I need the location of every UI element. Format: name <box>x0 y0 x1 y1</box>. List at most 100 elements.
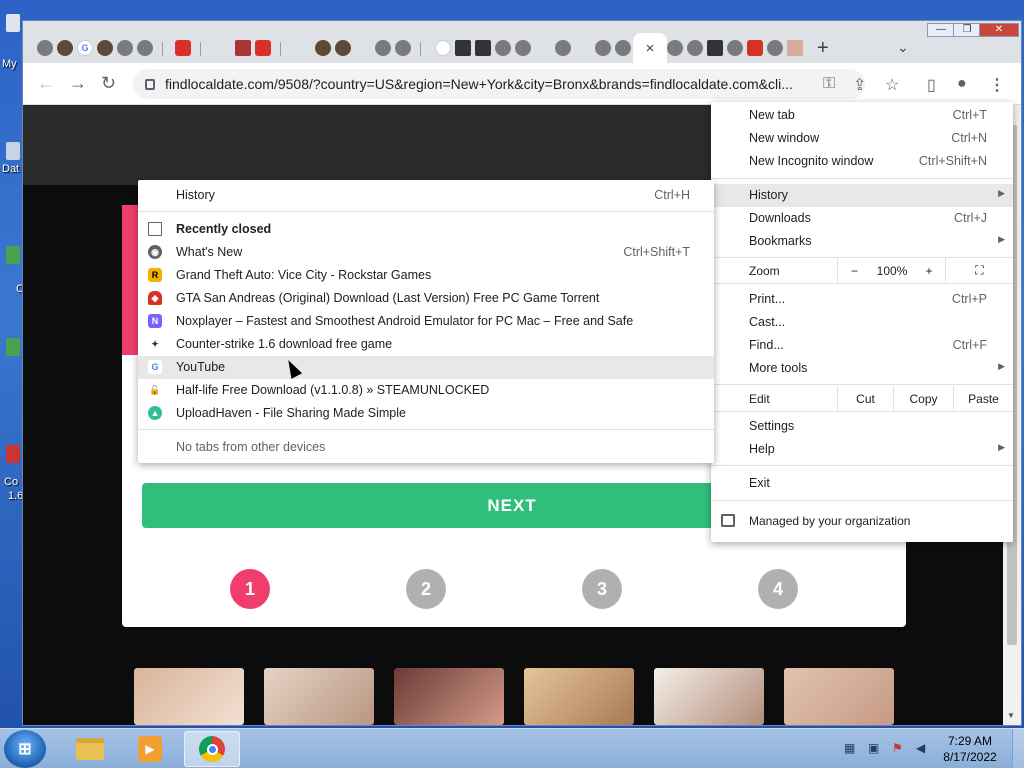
tray-network-icon[interactable]: ▦ <box>844 741 858 755</box>
tab-favicon-globe12-icon[interactable] <box>687 40 703 56</box>
closed-item-whats-new[interactable]: ◉ What's New Ctrl+Shift+T <box>138 241 714 264</box>
bookmark-star-icon[interactable]: ☆ <box>885 75 899 95</box>
menu-history[interactable]: History ▶ <box>711 184 1013 207</box>
tab-favicon-globe7-icon[interactable] <box>515 40 531 56</box>
new-tab-button[interactable]: + <box>817 37 829 60</box>
tab-favicon-shield3-icon[interactable] <box>747 40 763 56</box>
tab-favicon-google-icon[interactable]: G <box>77 40 93 56</box>
share-icon[interactable]: ⇪ <box>853 75 866 95</box>
tray-volume-icon[interactable]: ◀ <box>916 741 930 755</box>
copy-button[interactable]: Copy <box>893 386 953 411</box>
app-icon[interactable] <box>6 246 20 264</box>
address-bar[interactable]: findlocaldate.com/9508/?country=US&regio… <box>133 69 865 99</box>
app2-icon[interactable] <box>6 338 20 356</box>
tab-favicon-globe9-icon[interactable] <box>595 40 611 56</box>
desktop-label-my[interactable]: My <box>2 58 17 70</box>
closed-item-noxplayer[interactable]: N Noxplayer – Fastest and Smoothest Andro… <box>138 310 714 333</box>
profile-avatar-icon[interactable]: ● <box>957 75 967 93</box>
menu-more-tools[interactable]: More tools ▶ <box>711 357 1013 380</box>
forward-button[interactable]: → <box>69 73 87 94</box>
password-key-icon[interactable]: ⚿ <box>823 75 835 93</box>
menu-exit[interactable]: Exit <box>711 472 1013 495</box>
menu-cast[interactable]: Cast... <box>711 311 1013 334</box>
restore-button[interactable]: ❐ <box>953 23 981 37</box>
close-window-button[interactable]: ✕ <box>979 23 1019 37</box>
menu-new-window[interactable]: New window Ctrl+N <box>711 127 1013 150</box>
tray-flag-icon[interactable]: ⚑ <box>892 741 906 755</box>
tab-favicon-globe-icon[interactable] <box>37 40 53 56</box>
tab-favicon-globe5-icon[interactable] <box>395 40 411 56</box>
minimize-button[interactable]: — <box>927 23 955 37</box>
tab-favicon-pulse-icon[interactable] <box>475 40 491 56</box>
profile-photo[interactable] <box>654 668 764 725</box>
closed-item-uploadhaven[interactable]: ▲ UploadHaven - File Sharing Made Simple <box>138 402 714 425</box>
url-text[interactable]: findlocaldate.com/9508/?country=US&regio… <box>165 76 793 92</box>
tab-favicon-shield2-icon[interactable] <box>255 40 271 56</box>
tab-favicon-search-icon[interactable] <box>435 40 451 56</box>
profile-photo[interactable] <box>134 668 244 725</box>
profile-photo[interactable] <box>394 668 504 725</box>
closed-item-half-life[interactable]: 🔓 Half-life Free Download (v1.1.0.8) » ST… <box>138 379 714 402</box>
active-tab[interactable]: × <box>633 33 667 63</box>
tab-favicon-face-icon[interactable] <box>315 40 331 56</box>
fullscreen-icon[interactable]: ⛶ <box>945 258 1013 283</box>
tab-favicon-shield-icon[interactable] <box>175 40 191 56</box>
closed-item-gta-san-andreas[interactable]: ◆ GTA San Andreas (Original) Download (La… <box>138 287 714 310</box>
cut-button[interactable]: Cut <box>837 386 893 411</box>
profile-photo[interactable] <box>264 668 374 725</box>
system-clock[interactable]: 7:29 AM 8/17/2022 <box>940 733 1000 765</box>
profile-photo[interactable] <box>784 668 894 725</box>
tab-favicon-mail-icon[interactable] <box>787 40 803 56</box>
tab-close-icon[interactable]: × <box>646 40 655 57</box>
tab-favicon-globe11-icon[interactable] <box>667 40 683 56</box>
desktop-label-co[interactable]: Co <box>4 476 18 488</box>
desktop-label-version[interactable]: 1.6 <box>8 490 23 502</box>
menu-dots-icon[interactable]: ⋮ <box>989 75 1005 95</box>
tab-favicon-globe8-icon[interactable] <box>555 40 571 56</box>
menu-bookmarks[interactable]: Bookmarks ▶ <box>711 230 1013 253</box>
tab-favicon-github-icon[interactable] <box>707 40 723 56</box>
taskbar-media-button[interactable]: ▶ <box>122 731 178 767</box>
menu-downloads[interactable]: Downloads Ctrl+J <box>711 207 1013 230</box>
start-button[interactable]: ⊞ <box>4 730 46 768</box>
back-button[interactable]: ← <box>37 73 55 94</box>
scroll-down-icon[interactable]: ▼ <box>1007 711 1015 720</box>
closed-item-youtube[interactable]: G YouTube <box>138 356 714 379</box>
desktop-label-dat[interactable]: Dat <box>2 163 19 175</box>
tab-favicon-globe10-icon[interactable] <box>615 40 631 56</box>
menu-new-tab[interactable]: New tab Ctrl+T <box>711 104 1013 127</box>
tab-favicon-globe6-icon[interactable] <box>495 40 511 56</box>
tab-favicon-globe3-icon[interactable] <box>137 40 153 56</box>
cs-shortcut-icon[interactable] <box>6 445 20 463</box>
closed-item-counter-strike[interactable]: ✦ Counter-strike 1.6 download free game <box>138 333 714 356</box>
lock-icon[interactable] <box>145 78 155 90</box>
taskbar-chrome-button[interactable] <box>184 731 240 767</box>
menu-new-incognito[interactable]: New Incognito window Ctrl+Shift+N <box>711 150 1013 173</box>
tab-favicon-globe13-icon[interactable] <box>727 40 743 56</box>
computer-icon[interactable] <box>6 14 20 32</box>
menu-managed[interactable]: Managed by your organization <box>711 510 1013 533</box>
menu-settings[interactable]: Settings <box>711 415 1013 438</box>
tab-favicon-youtube-icon[interactable] <box>235 40 251 56</box>
side-panel-icon[interactable]: ▯ <box>927 75 936 95</box>
tab-favicon-face2-icon[interactable] <box>335 40 351 56</box>
tab-favicon-figure2-icon[interactable] <box>97 40 113 56</box>
menu-print[interactable]: Print... Ctrl+P <box>711 288 1013 311</box>
tab-favicon-figure-icon[interactable] <box>57 40 73 56</box>
zoom-in-button[interactable]: + <box>913 258 945 283</box>
tab-favicon-camera-icon[interactable] <box>455 40 471 56</box>
show-desktop-button[interactable] <box>1012 729 1024 768</box>
data-icon[interactable] <box>6 142 20 160</box>
tab-favicon-globe4-icon[interactable] <box>375 40 391 56</box>
tab-favicon-globe14-icon[interactable] <box>767 40 783 56</box>
tab-search-chevron-icon[interactable]: ⌄ <box>897 39 909 56</box>
tab-favicon-globe2-icon[interactable] <box>117 40 133 56</box>
paste-button[interactable]: Paste <box>953 386 1013 411</box>
taskbar-explorer-button[interactable] <box>62 731 118 767</box>
menu-help[interactable]: Help ▶ <box>711 438 1013 461</box>
closed-item-gta-vice-city[interactable]: R Grand Theft Auto: Vice City - Rockstar … <box>138 264 714 287</box>
submenu-history[interactable]: History Ctrl+H <box>138 184 714 207</box>
tray-devices-icon[interactable]: ▣ <box>868 741 882 755</box>
menu-find[interactable]: Find... Ctrl+F <box>711 334 1013 357</box>
profile-photo[interactable] <box>524 668 634 725</box>
